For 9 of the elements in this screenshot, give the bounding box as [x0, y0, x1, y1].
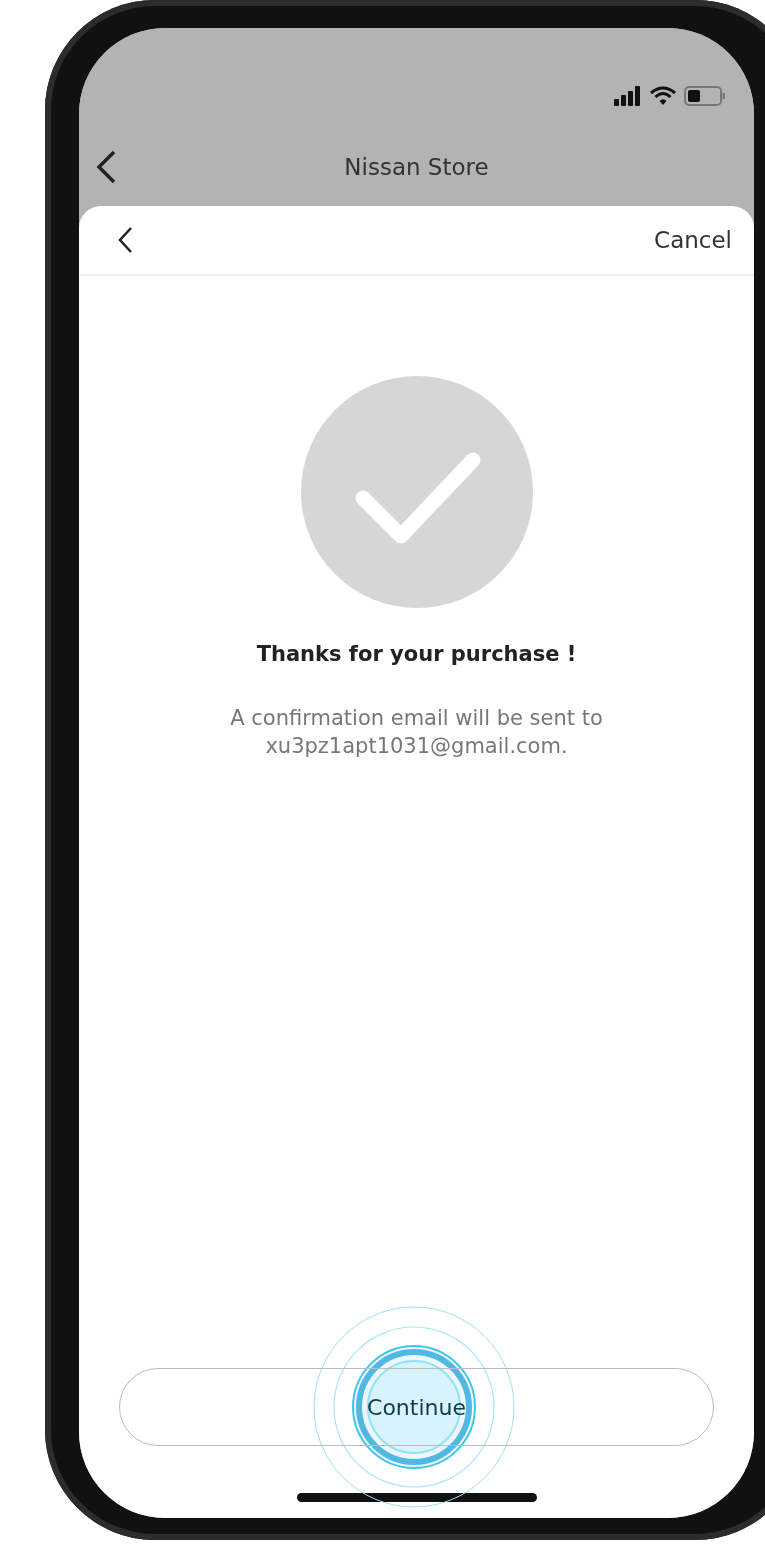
- back-button[interactable]: [117, 226, 133, 254]
- confirmation-title: Thanks for your purchase !: [256, 642, 577, 666]
- wifi-icon: [650, 86, 676, 106]
- signal-icon: [614, 86, 642, 106]
- cancel-button[interactable]: Cancel: [654, 227, 732, 253]
- app-title: Nissan Store: [344, 154, 489, 180]
- checkmark-icon: [300, 376, 533, 608]
- battery-icon: [684, 86, 726, 106]
- confirmation-message: A confirmation email will be sent to xu3pz1apt1031@gmail.com.: [230, 705, 603, 761]
